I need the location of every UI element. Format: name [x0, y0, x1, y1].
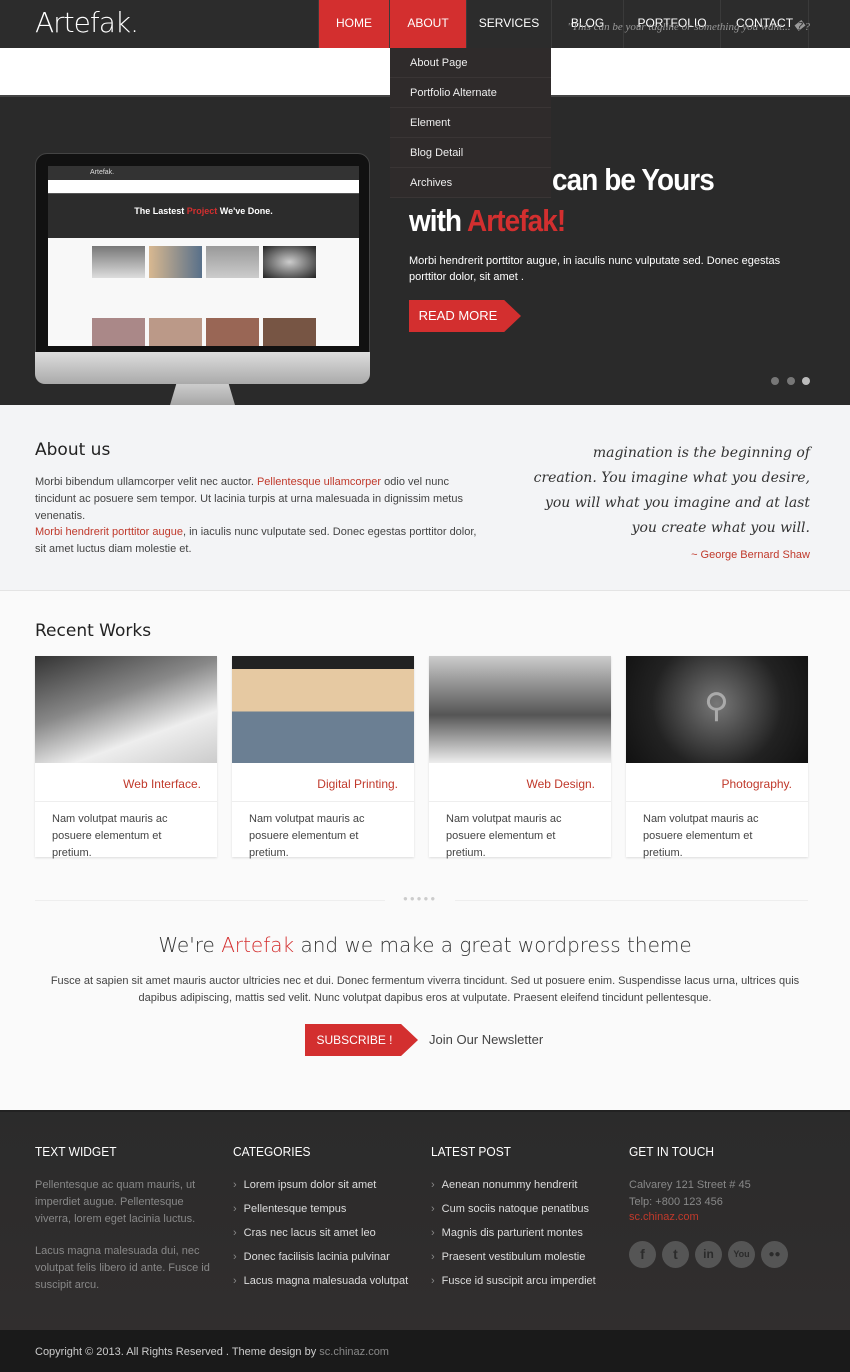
contact-site-link[interactable]: sc.chinaz.com: [629, 1211, 699, 1223]
promo-text: Fusce at sapien sit amet mauris auctor u…: [50, 975, 800, 1004]
quote: magination is the beginning of creation.…: [533, 445, 810, 536]
screen-logo: Artefak.: [48, 166, 359, 180]
divider-dots: ●●●●●: [403, 894, 438, 903]
divider: [455, 900, 808, 901]
facebook-icon[interactable]: f: [629, 1241, 656, 1268]
work-card[interactable]: Web Design. Nam volutpat mauris ac posuer…: [429, 656, 611, 859]
hero-heading-line2: with Artefak!: [409, 203, 566, 238]
footer-title-get-in-touch: GET IN TOUCH: [629, 1144, 715, 1159]
work-card[interactable]: ⚲ Photography. Nam volutpat mauris ac posu…: [626, 656, 808, 859]
read-more-button[interactable]: READ MORE: [409, 300, 521, 332]
category-link[interactable]: Lorem ipsum dolor sit amet: [233, 1173, 408, 1197]
post-link[interactable]: Aenean nonummy hendrerit: [431, 1173, 596, 1197]
menu-item-about-page[interactable]: About Page: [390, 48, 551, 78]
menu-item-portfolio-alternate[interactable]: Portfolio Alternate: [390, 78, 551, 108]
text-widget-p1: Pellentesque ac quam mauris, ut imperdie…: [35, 1179, 196, 1225]
post-link[interactable]: Fusce id suscipit arcu imperdiet: [431, 1269, 596, 1293]
about-dropdown-menu: About Page Portfolio Alternate Element B…: [390, 48, 551, 198]
category-link[interactable]: Cras nec lacus sit amet leo: [233, 1221, 408, 1245]
linkedin-icon[interactable]: in: [695, 1241, 722, 1268]
tagline: "This can be your tagline or something y…: [567, 21, 810, 33]
work-title[interactable]: Web Interface.: [35, 763, 217, 802]
post-link[interactable]: Magnis dis parturient montes: [431, 1221, 596, 1245]
menu-item-archives[interactable]: Archives: [390, 168, 551, 198]
subscribe-button[interactable]: SUBSCRIBE !: [305, 1024, 418, 1056]
work-image[interactable]: ⚲: [626, 656, 808, 763]
work-card[interactable]: Digital Printing. Nam volutpat mauris ac …: [232, 656, 414, 859]
work-text: Nam volutpat mauris ac posuere elementum…: [249, 813, 365, 859]
footer-title-latest-post: LATEST POST: [431, 1144, 511, 1159]
latest-post-list: Aenean nonummy hendrerit Cum sociis nato…: [431, 1173, 596, 1293]
about-link-2[interactable]: Morbi hendrerit porttitor augue: [35, 526, 183, 538]
nav-about[interactable]: ABOUT: [389, 0, 466, 48]
flickr-icon[interactable]: ●●: [761, 1241, 788, 1268]
newsletter-label: Join Our Newsletter: [429, 1032, 544, 1047]
categories-list: Lorem ipsum dolor sit amet Pellentesque …: [233, 1173, 409, 1293]
work-text: Nam volutpat mauris ac posuere elementum…: [643, 813, 759, 859]
about-paragraph-2: Morbi hendrerit porttitor augue, in iacu…: [35, 526, 477, 555]
about-link-1[interactable]: Pellentesque ullamcorper: [257, 476, 381, 488]
about-paragraph-1: Morbi bibendum ullamcorper velit nec auc…: [35, 476, 463, 522]
post-link[interactable]: Cum sociis natoque penatibus: [431, 1197, 596, 1221]
logo[interactable]: Artefak.: [35, 6, 139, 39]
recent-works-title: Recent Works: [35, 621, 152, 641]
copyright-bar: Copyright © 2013. All Rights Reserved . …: [0, 1330, 850, 1372]
work-text: Nam volutpat mauris ac posuere elementum…: [52, 813, 168, 859]
about-title: About us: [35, 440, 111, 460]
contact-phone: Telp: +800 123 456: [629, 1196, 723, 1208]
work-card[interactable]: Web Interface. Nam volutpat mauris ac pos…: [35, 656, 217, 859]
work-image[interactable]: [429, 656, 611, 763]
footer-title-categories: CATEGORIES: [233, 1144, 311, 1159]
slider-dot-1[interactable]: [771, 377, 779, 385]
nav-services[interactable]: SERVICES: [466, 0, 551, 48]
magnifier-icon[interactable]: ⚲: [704, 686, 729, 726]
twitter-icon[interactable]: t: [662, 1241, 689, 1268]
youtube-icon[interactable]: You: [728, 1241, 755, 1268]
category-link[interactable]: Donec facilisis lacinia pulvinar: [233, 1245, 408, 1269]
text-widget-p2: Lacus magna malesuada dui, nec volutpat …: [35, 1245, 210, 1291]
work-title[interactable]: Photography.: [626, 763, 808, 802]
slider-dot-3-active[interactable]: [802, 377, 810, 385]
promo-heading: We're Artefak and we make a great wordpr…: [158, 933, 692, 957]
contact-address: Calvarey 121 Street # 45: [629, 1179, 751, 1191]
monitor-screen: Artefak. The Lastest Project We've Done.: [48, 166, 359, 346]
category-link[interactable]: Lacus magna malesuada volutpat: [233, 1269, 409, 1293]
post-link[interactable]: Praesent vestibulum molestie: [431, 1245, 596, 1269]
hero-heading-line1: can be Yours: [552, 162, 715, 197]
work-title[interactable]: Web Design.: [429, 763, 611, 802]
footer-title-text-widget: TEXT WIDGET: [35, 1144, 117, 1159]
quote-author[interactable]: ~ George Bernard Shaw: [691, 549, 810, 561]
copyright-text: Copyright © 2013. All Rights Reserved . …: [35, 1346, 320, 1358]
divider: [35, 900, 385, 901]
nav-home[interactable]: HOME: [318, 0, 389, 48]
slider-dot-2[interactable]: [787, 377, 795, 385]
hero-text: Morbi hendrerit porttitor augue, in iacu…: [409, 255, 781, 283]
work-image[interactable]: [232, 656, 414, 763]
screen-title: The Lastest Project We've Done.: [48, 194, 359, 238]
menu-item-blog-detail[interactable]: Blog Detail: [390, 138, 551, 168]
work-text: Nam volutpat mauris ac posuere elementum…: [446, 813, 562, 859]
monitor-image: Artefak. The Lastest Project We've Done.: [35, 153, 370, 383]
work-image[interactable]: [35, 656, 217, 763]
theme-credit-link[interactable]: sc.chinaz.com: [319, 1346, 389, 1358]
category-link[interactable]: Pellentesque tempus: [233, 1197, 408, 1221]
monitor-chin: [35, 352, 370, 384]
work-title[interactable]: Digital Printing.: [232, 763, 414, 802]
menu-item-element[interactable]: Element: [390, 108, 551, 138]
